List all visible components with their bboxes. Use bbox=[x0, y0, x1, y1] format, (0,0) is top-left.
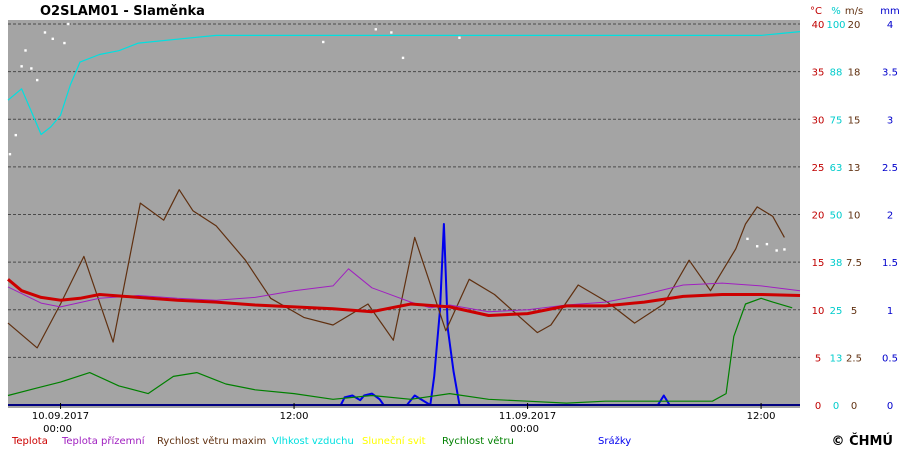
y-axis-tick-label: 35 bbox=[812, 68, 825, 79]
wind-direction-point bbox=[51, 37, 54, 41]
y-axis-unit: mm bbox=[880, 6, 899, 17]
y-axis-tick-label: 270 bbox=[859, 115, 878, 126]
x-tick-label: 11.09.2017 bbox=[499, 411, 556, 422]
wind-direction-point bbox=[24, 49, 27, 52]
y-axis-unit: ° bbox=[867, 6, 872, 17]
y-axis-tick-label: 0.5 bbox=[882, 353, 898, 364]
wind-direction-point bbox=[43, 31, 47, 34]
x-tick-label: 00:00 bbox=[510, 424, 539, 435]
legend-item: Rychlost větru maxim bbox=[157, 435, 266, 447]
x-tick-label: 12:00 bbox=[747, 411, 776, 422]
wind-direction-point bbox=[8, 152, 12, 156]
legend-item: Srážky bbox=[598, 435, 631, 447]
y-axis-tick-label: 5 bbox=[815, 353, 821, 364]
legend-item: Teplota přízemní bbox=[61, 435, 146, 447]
y-axis-tick-label: 4 bbox=[887, 20, 893, 31]
legend-item: Rychlost větru bbox=[442, 435, 514, 447]
y-axis-tick-label: 10 bbox=[812, 306, 825, 317]
y-axis-tick-label: 10 bbox=[848, 211, 861, 222]
y-axis-tick-label: 360 bbox=[859, 20, 878, 31]
y-axis-tick-label: 63 bbox=[830, 163, 843, 174]
wind-direction-point bbox=[755, 245, 759, 248]
y-axis-tick-label: 75 bbox=[830, 115, 843, 126]
y-axis-tick-label: 90 bbox=[863, 306, 876, 317]
wind-direction-point bbox=[401, 56, 405, 60]
legend-item: Vlhkost vzduchu bbox=[272, 436, 354, 447]
y-axis-tick-label: 45 bbox=[863, 353, 876, 364]
y-axis-tick-label: 1 bbox=[887, 306, 893, 317]
wind-direction-point bbox=[746, 237, 749, 241]
wind-direction-point bbox=[30, 67, 33, 70]
x-tick-label: 00:00 bbox=[43, 424, 72, 435]
legend-item: Směr větru bbox=[527, 435, 583, 447]
wind-direction-point bbox=[390, 31, 393, 34]
y-axis-tick-label: 2.5 bbox=[882, 163, 898, 174]
y-axis-tick-label: 25 bbox=[830, 306, 843, 317]
y-axis-tick-label: 0 bbox=[887, 401, 893, 412]
y-axis-tick-label: 225 bbox=[859, 163, 878, 174]
wind-direction-point bbox=[374, 28, 377, 31]
wind-direction-point bbox=[775, 249, 778, 252]
y-axis-tick-label: 15 bbox=[812, 258, 825, 269]
y-axis-tick-label: 2.5 bbox=[846, 353, 862, 364]
wind-direction-point bbox=[67, 22, 70, 26]
y-axis-tick-label: 2 bbox=[887, 211, 893, 222]
y-axis-tick-label: 180 bbox=[859, 211, 878, 222]
y-axis-unit: % bbox=[831, 6, 841, 17]
y-axis-tick-label: 0 bbox=[866, 401, 872, 412]
y-axis-tick-label: 1.5 bbox=[882, 258, 898, 269]
y-axis-tick-label: 13 bbox=[848, 163, 861, 174]
y-axis-unit: °C bbox=[810, 6, 822, 17]
wind-direction-point bbox=[35, 78, 39, 82]
wind-direction-point bbox=[14, 133, 17, 137]
y-axis-tick-label: 20 bbox=[812, 211, 825, 222]
y-axis-tick-label: 100 bbox=[826, 20, 845, 31]
y-axis-tick-label: 40 bbox=[812, 20, 825, 31]
y-axis-tick-label: 3.5 bbox=[882, 68, 898, 79]
y-axis-tick-label: 315 bbox=[859, 68, 878, 79]
y-axis-tick-label: 135 bbox=[859, 258, 878, 269]
y-axis-tick-label: 30 bbox=[812, 115, 825, 126]
legend: Teplota Teplota přízemní Rychlost větru ma… bbox=[11, 435, 631, 447]
copyright-label: © ČHMÚ bbox=[832, 433, 893, 449]
y-axis-tick-label: 0 bbox=[815, 401, 821, 412]
chart-title: O2SLAM01 - Slaměnka bbox=[40, 4, 205, 19]
y-axis-tick-label: 0 bbox=[833, 401, 839, 412]
y-axis-tick-label: 38 bbox=[830, 258, 843, 269]
y-axis-tick-label: 15 bbox=[848, 115, 861, 126]
y-axis-tick-label: 0 bbox=[851, 401, 857, 412]
legend-item: Sluneční svit bbox=[362, 435, 426, 447]
y-axis-tick-label: 50 bbox=[830, 211, 843, 222]
x-tick-label: 10.09.2017 bbox=[32, 411, 89, 422]
y-axis-tick-label: 3 bbox=[887, 115, 893, 126]
y-axis-tick-label: 25 bbox=[812, 163, 825, 174]
x-tick-label: 12:00 bbox=[280, 411, 309, 422]
wind-direction-point bbox=[20, 65, 23, 68]
wind-direction-point bbox=[783, 248, 786, 251]
weather-chart: 10.09.2017 00:00 12:00 11.09.2017 00:00 12:00… bbox=[0, 0, 900, 450]
y-axis-tick-label: 13 bbox=[830, 353, 843, 364]
y-axis-unit: m/s bbox=[845, 6, 863, 17]
y-axis-tick-label: 5 bbox=[851, 306, 857, 317]
wind-direction-point bbox=[63, 41, 66, 45]
y-axis-tick-label: 20 bbox=[848, 20, 861, 31]
y-axis-tick-label: 18 bbox=[848, 68, 861, 79]
legend-item: Teplota bbox=[11, 436, 48, 447]
wind-direction-point bbox=[765, 242, 769, 246]
wind-direction-point bbox=[322, 40, 325, 44]
wind-direction-point bbox=[458, 36, 461, 39]
y-axis-tick-label: 88 bbox=[830, 68, 843, 79]
